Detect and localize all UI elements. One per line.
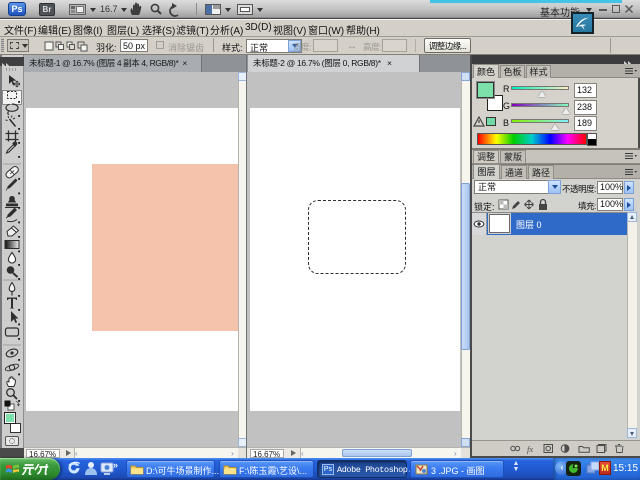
svg-text:fx: fx xyxy=(527,444,533,454)
